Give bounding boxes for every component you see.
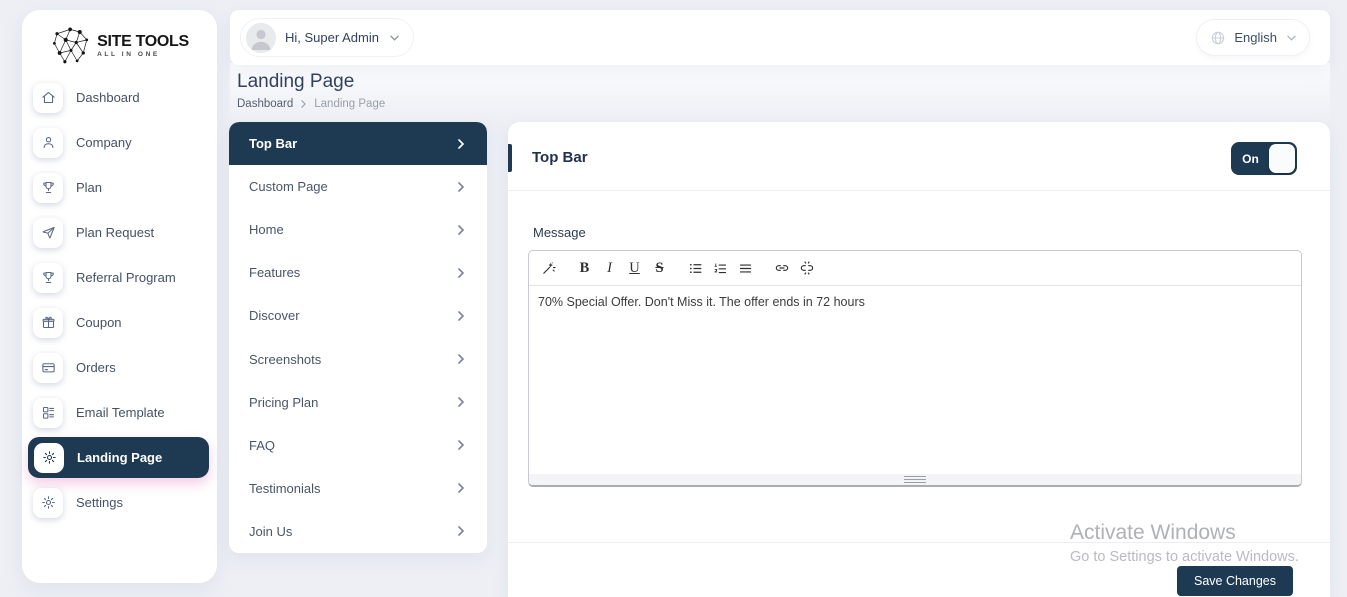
chevron-down-icon <box>390 35 399 41</box>
chevron-right-icon <box>458 397 464 407</box>
panel-title: Top Bar <box>532 149 588 166</box>
landing-page-section-nav: Top Bar Custom Page Home Features Discov… <box>229 122 487 553</box>
align-icon[interactable] <box>733 256 758 281</box>
sidebar: SITE TOOLS ALL IN ONE Dashboard Company … <box>22 10 217 583</box>
user-avatar <box>246 23 276 53</box>
strikethrough-icon[interactable]: S <box>647 256 672 281</box>
editor-resize-handle[interactable] <box>529 474 1301 485</box>
chevron-down-icon <box>1287 35 1296 41</box>
message-editor: B I U S 70% Special Offer. Don't Miss it… <box>528 250 1302 487</box>
top-header: Hi, Super Admin English <box>230 10 1330 65</box>
section-nav-top-bar[interactable]: Top Bar <box>229 122 487 165</box>
chevron-right-icon <box>458 311 464 321</box>
editor-content[interactable]: 70% Special Offer. Don't Miss it. The of… <box>529 286 1301 464</box>
user-greeting: Hi, Super Admin <box>285 30 379 45</box>
breadcrumb: Dashboard Landing Page <box>237 98 385 110</box>
sidebar-item-label: Email Template <box>76 405 165 420</box>
gear-icon <box>33 488 63 518</box>
header-glow <box>230 63 1330 123</box>
underline-icon[interactable]: U <box>622 256 647 281</box>
sidebar-item-label: Dashboard <box>76 90 140 105</box>
section-nav-custom-page[interactable]: Custom Page <box>229 165 487 208</box>
toggle-knob <box>1269 144 1295 173</box>
sidebar-nav: Dashboard Company Plan Plan Request Refe… <box>22 75 217 525</box>
gift-icon <box>33 308 63 338</box>
section-nav-screenshots[interactable]: Screenshots <box>229 337 487 380</box>
sidebar-item-plan-request[interactable]: Plan Request <box>22 210 217 255</box>
gear-icon <box>34 443 64 473</box>
sidebar-item-coupon[interactable]: Coupon <box>22 300 217 345</box>
page-head: Landing Page Dashboard Landing Page <box>237 71 385 110</box>
breadcrumb-current: Landing Page <box>314 98 385 110</box>
chevron-right-icon <box>458 139 464 149</box>
sidebar-item-company[interactable]: Company <box>22 120 217 165</box>
credit-card-icon <box>33 353 63 383</box>
sidebar-item-label: Referral Program <box>76 270 176 285</box>
ordered-list-icon[interactable] <box>708 256 733 281</box>
section-nav-home[interactable]: Home <box>229 208 487 251</box>
editor-toolbar: B I U S <box>529 251 1301 286</box>
language-label: English <box>1234 30 1277 45</box>
divider <box>508 190 1330 191</box>
chevron-right-icon <box>301 100 306 108</box>
user-menu[interactable]: Hi, Super Admin <box>240 18 414 57</box>
sidebar-item-dashboard[interactable]: Dashboard <box>22 75 217 120</box>
divider <box>508 542 1330 543</box>
sidebar-item-plan[interactable]: Plan <box>22 165 217 210</box>
chevron-right-icon <box>458 440 464 450</box>
logo-title: SITE TOOLS <box>97 33 189 50</box>
unlink-icon[interactable] <box>794 256 819 281</box>
message-label: Message <box>533 225 586 240</box>
logo-tagline: ALL IN ONE <box>97 51 189 58</box>
section-nav-join-us[interactable]: Join Us <box>229 510 487 553</box>
sidebar-item-label: Coupon <box>76 315 122 330</box>
chevron-right-icon <box>458 354 464 364</box>
sidebar-item-label: Landing Page <box>77 450 162 465</box>
toggle-state-label: On <box>1231 142 1270 175</box>
trophy-icon <box>33 173 63 203</box>
network-logo-icon <box>50 25 92 67</box>
template-icon <box>33 398 63 428</box>
section-accent-bar <box>508 144 512 172</box>
section-nav-testimonials[interactable]: Testimonials <box>229 467 487 510</box>
section-nav-discover[interactable]: Discover <box>229 294 487 337</box>
user-icon <box>33 128 63 158</box>
magic-wand-icon[interactable] <box>536 256 561 281</box>
chevron-right-icon <box>458 483 464 493</box>
chevron-right-icon <box>458 268 464 278</box>
link-icon[interactable] <box>769 256 794 281</box>
chevron-right-icon <box>458 526 464 536</box>
section-nav-pricing-plan[interactable]: Pricing Plan <box>229 381 487 424</box>
sidebar-item-label: Settings <box>76 495 123 510</box>
save-changes-button[interactable]: Save Changes <box>1177 566 1293 596</box>
sidebar-item-label: Plan <box>76 180 102 195</box>
sidebar-item-referral-program[interactable]: Referral Program <box>22 255 217 300</box>
top-bar-panel: Top Bar On Message B I U S <box>508 122 1330 597</box>
bold-icon[interactable]: B <box>572 256 597 281</box>
italic-icon[interactable]: I <box>597 256 622 281</box>
chevron-right-icon <box>458 225 464 235</box>
chevron-right-icon <box>458 182 464 192</box>
sidebar-item-orders[interactable]: Orders <box>22 345 217 390</box>
globe-icon <box>1210 30 1226 46</box>
sidebar-item-label: Company <box>76 135 132 150</box>
sidebar-item-label: Plan Request <box>76 225 154 240</box>
section-nav-faq[interactable]: FAQ <box>229 424 487 467</box>
home-icon <box>33 83 63 113</box>
breadcrumb-dashboard[interactable]: Dashboard <box>237 98 293 110</box>
page-title: Landing Page <box>237 71 385 93</box>
language-selector[interactable]: English <box>1196 19 1310 56</box>
sidebar-item-settings[interactable]: Settings <box>22 480 217 525</box>
sidebar-item-label: Orders <box>76 360 116 375</box>
top-bar-toggle[interactable]: On <box>1231 142 1297 175</box>
send-icon <box>33 218 63 248</box>
logo[interactable]: SITE TOOLS ALL IN ONE <box>22 10 217 75</box>
trophy-icon <box>33 263 63 293</box>
sidebar-item-landing-page[interactable]: Landing Page <box>28 437 209 478</box>
sidebar-item-email-template[interactable]: Email Template <box>22 390 217 435</box>
unordered-list-icon[interactable] <box>683 256 708 281</box>
section-nav-features[interactable]: Features <box>229 251 487 294</box>
